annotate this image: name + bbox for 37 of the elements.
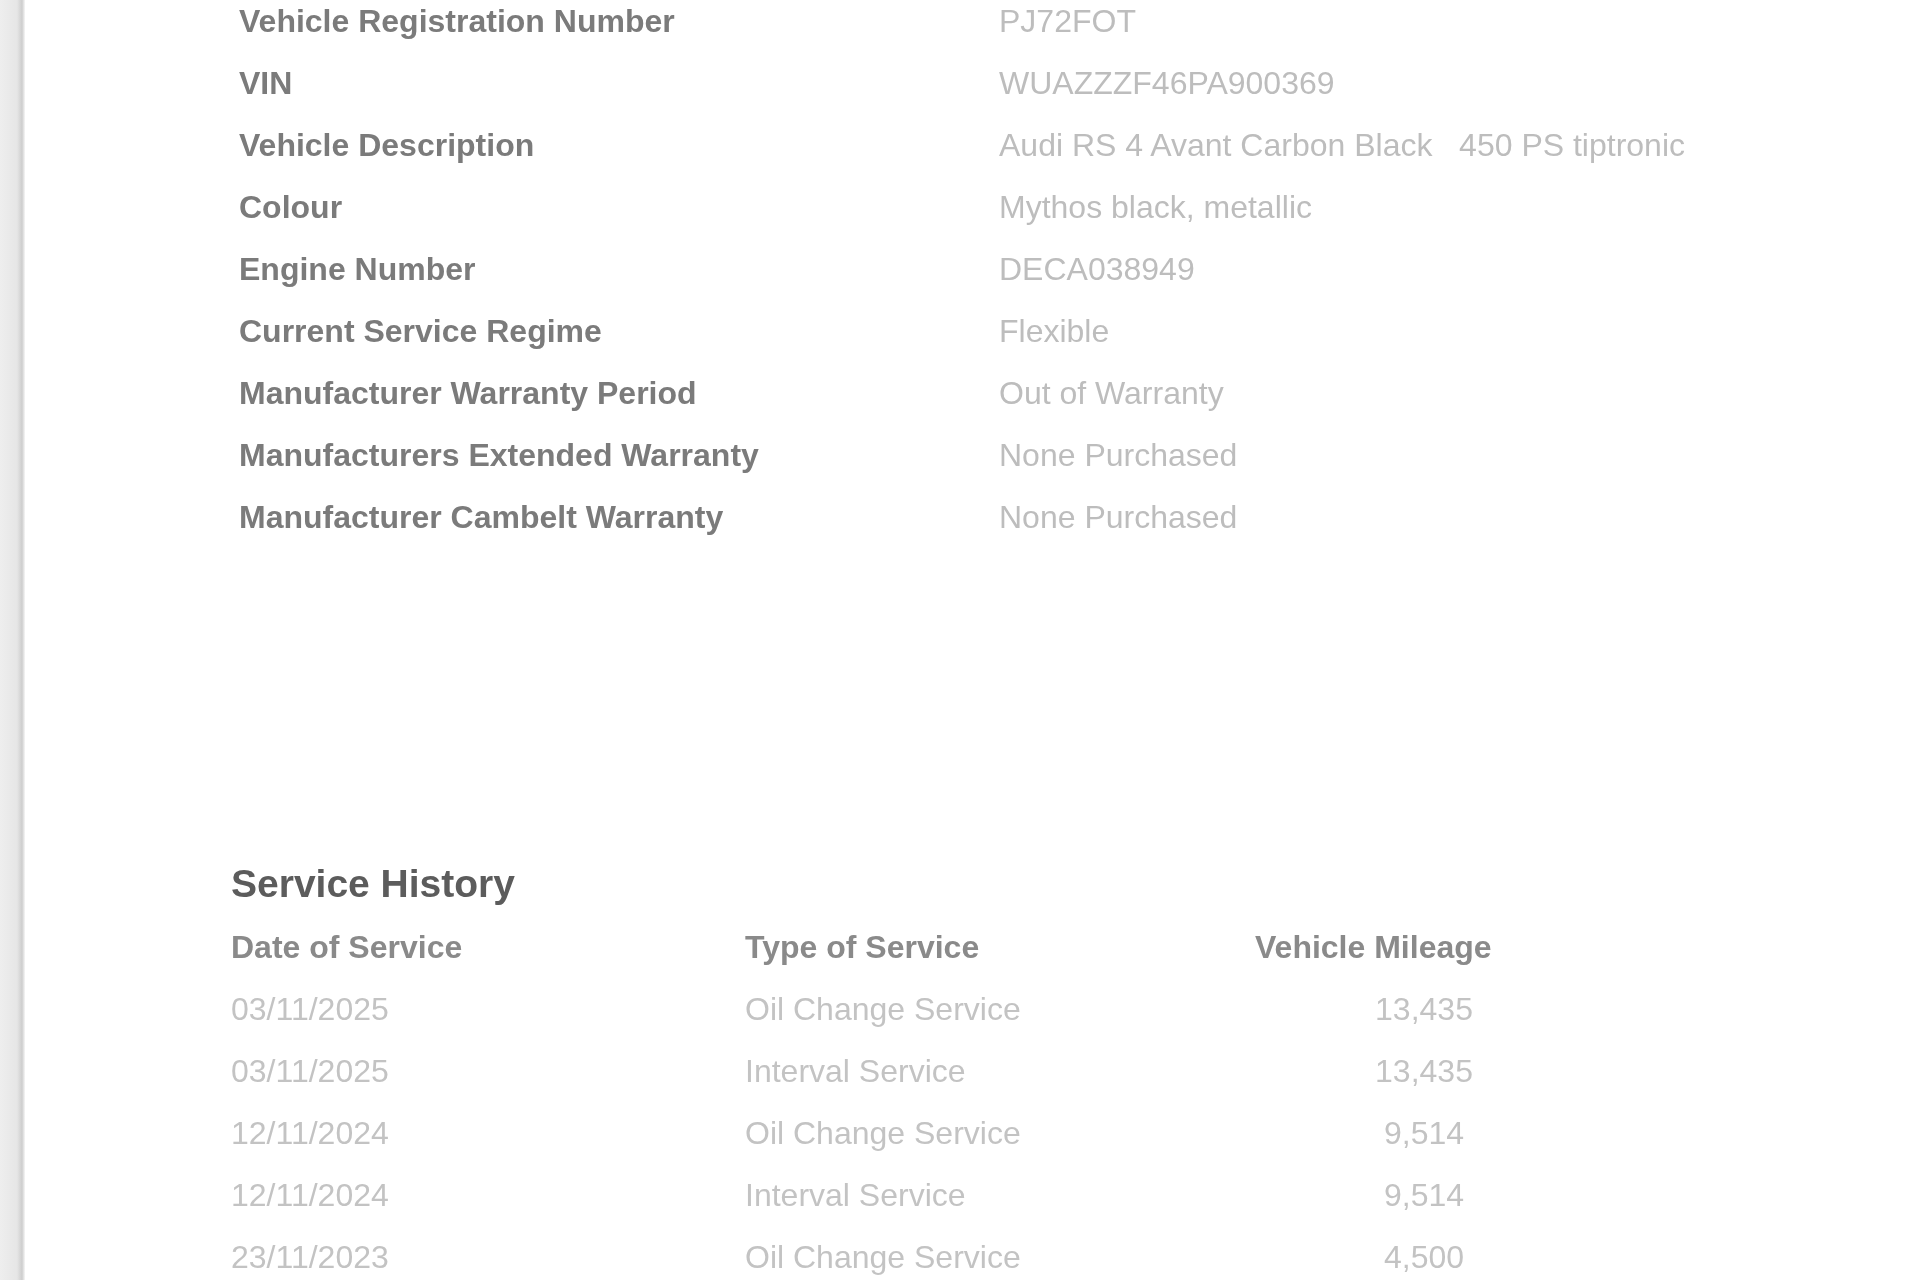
table-cell: Oil Change Service [745,990,1021,1028]
field-value: Flexible [999,312,1110,350]
table-cell: Oil Change Service [745,1238,1021,1276]
table-cell: 03/11/2025 [231,990,389,1028]
field-label: Vehicle Registration Number [239,2,675,40]
field-label: Vehicle Description [239,126,535,164]
field-value: WUAZZZF46PA900369 [999,64,1335,102]
field-value: Mythos black, metallic [999,188,1312,226]
table-cell: 12/11/2024 [231,1176,389,1214]
table-cell: 9,514 [1383,1114,1465,1152]
field-label: VIN [239,64,293,102]
column-header: Date of Service [231,928,463,966]
table-cell: 13,435 [1375,1052,1473,1090]
field-value: Audi RS 4 Avant Carbon Black 450 PS tiptronic [999,126,1685,164]
table-cell: 03/11/2025 [231,1052,389,1090]
column-header: Type of Service [745,928,980,966]
field-value: Out of Warranty [999,374,1224,412]
field-label: Colour [239,188,343,226]
table-cell: 23/11/2023 [231,1238,389,1276]
field-value: DECA038949 [999,250,1195,288]
table-cell: Interval Service [745,1052,966,1090]
column-header: Vehicle Mileage [1255,928,1492,966]
table-cell: Interval Service [745,1176,966,1214]
field-value: None Purchased [999,498,1238,536]
table-cell: 12/11/2024 [231,1114,389,1152]
table-cell: 13,435 [1375,990,1473,1028]
field-label: Engine Number [239,250,476,288]
field-label: Manufacturer Cambelt Warranty [239,498,724,536]
section-title: Service History [231,861,515,907]
table-cell: Oil Change Service [745,1114,1021,1152]
field-label: Manufacturer Warranty Period [239,374,697,412]
field-value: PJ72FOT [999,2,1136,40]
table-cell: 9,514 [1383,1176,1465,1214]
field-label: Current Service Regime [239,312,602,350]
table-cell: 4,500 [1383,1238,1465,1276]
field-value: None Purchased [999,436,1238,474]
field-label: Manufacturers Extended Warranty [239,436,759,474]
